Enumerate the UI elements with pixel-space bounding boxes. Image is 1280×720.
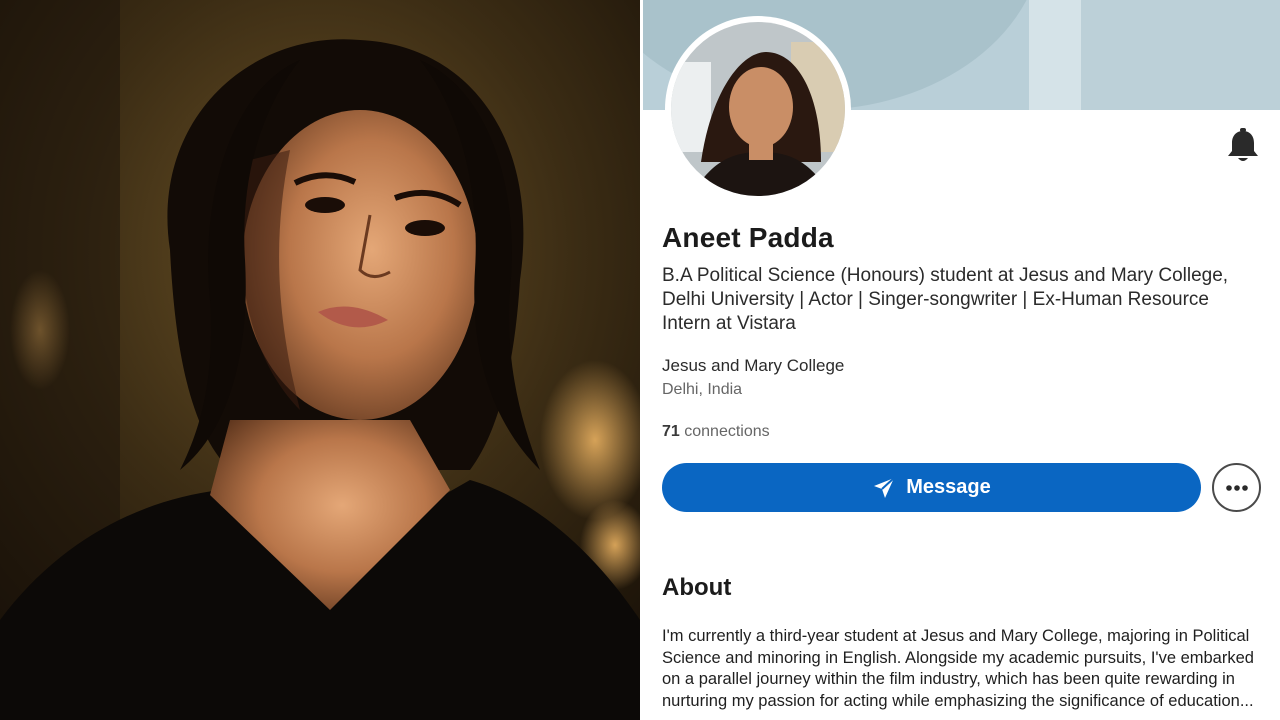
- portrait-photo: [0, 0, 640, 720]
- avatar[interactable]: [665, 16, 851, 202]
- profile-name: Aneet Padda: [662, 222, 834, 253]
- connections-label: connections: [684, 423, 770, 440]
- profile-school[interactable]: Jesus and Mary College: [662, 356, 844, 376]
- send-icon: [874, 476, 895, 498]
- about-heading: About: [662, 574, 732, 601]
- message-button[interactable]: Message: [662, 463, 1201, 512]
- avatar-photo: [671, 22, 845, 196]
- connections-count[interactable]: 71 connections: [662, 423, 770, 441]
- about-text: I'm currently a third-year student at Je…: [662, 627, 1254, 710]
- more-options-button[interactable]: [1212, 463, 1261, 512]
- message-button-label: Message: [906, 476, 991, 498]
- more-horizontal-icon: [1225, 484, 1248, 491]
- bell-icon[interactable]: [1223, 126, 1263, 166]
- portrait-image: [0, 0, 640, 720]
- profile-location: Delhi, India: [662, 381, 743, 398]
- profile-panel: Aneet Padda B.A Political Science (Honou…: [640, 0, 1280, 720]
- connections-number: 71: [662, 423, 680, 440]
- profile-headline: B.A Political Science (Honours) student …: [662, 265, 1229, 334]
